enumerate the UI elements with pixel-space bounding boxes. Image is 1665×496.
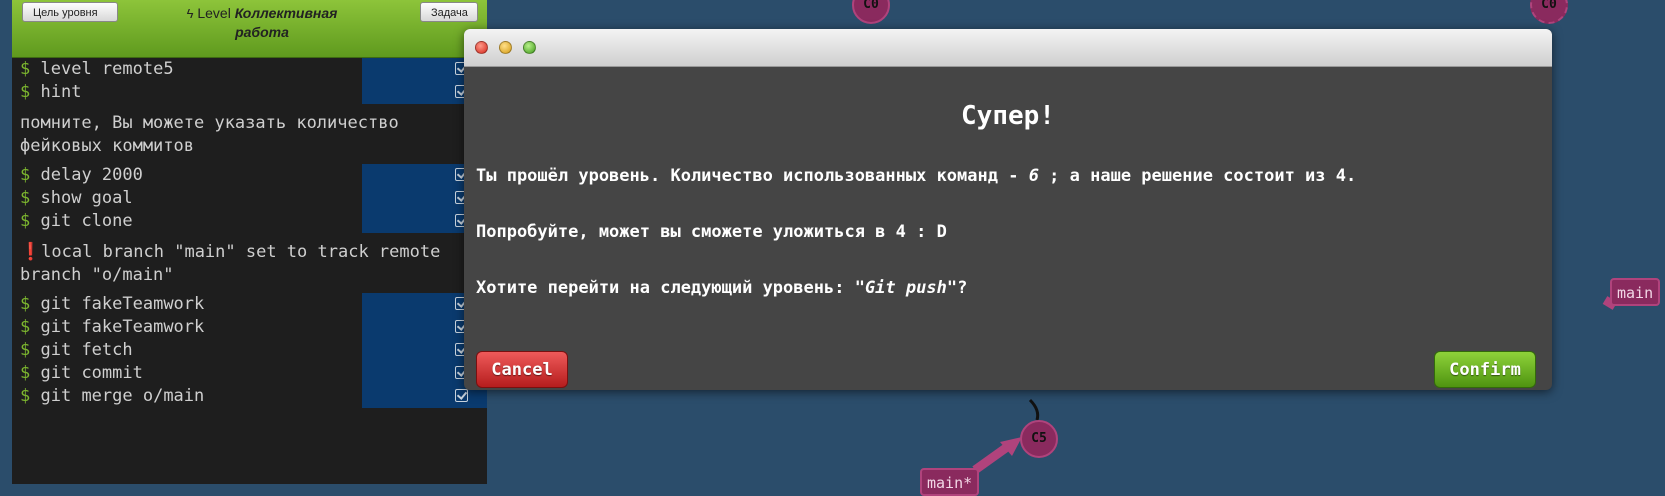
level-name: Коллективная работа bbox=[234, 5, 338, 40]
command-row: $ git fetch bbox=[12, 339, 487, 362]
command-text: hint bbox=[40, 82, 82, 102]
sandbox-terminal: Цель уровня ϟ Level Коллективная работа … bbox=[12, 0, 487, 484]
command-history: $ level remote5 $ hint помните, Вы может… bbox=[12, 58, 487, 408]
commit-node-c5[interactable]: C5 bbox=[1020, 420, 1058, 458]
terminal-message: помните, Вы можете указать количество фе… bbox=[20, 113, 399, 156]
prompt-symbol: $ bbox=[20, 317, 31, 337]
question-mark: ? bbox=[957, 278, 968, 298]
prompt-symbol: $ bbox=[20, 165, 31, 185]
command-text: git fetch bbox=[40, 340, 133, 360]
result-line: Ты прошёл уровень. Количество использова… bbox=[476, 166, 1356, 186]
command-row: $ git merge o/main bbox=[12, 385, 487, 408]
level-prefix: Level bbox=[197, 5, 231, 21]
checkbox-checked-icon bbox=[455, 389, 468, 402]
close-window-icon[interactable] bbox=[475, 41, 488, 54]
level-title: ϟ Level Коллективная работа bbox=[162, 4, 362, 41]
command-row: $ git commit bbox=[12, 362, 487, 385]
command-row: $ git clone bbox=[12, 210, 487, 233]
command-row: $ git fakeTeamwork bbox=[12, 293, 487, 316]
command-text: git fakeTeamwork bbox=[40, 294, 205, 314]
task-button[interactable]: Задача bbox=[420, 2, 478, 22]
solution-text: ; а наше решение состоит из 4. bbox=[1038, 166, 1357, 186]
level-complete-dialog: Супер! Ты прошёл уровень. Количество исп… bbox=[464, 29, 1552, 390]
next-level-line: Хотите перейти на следующий уровень: "Gi… bbox=[476, 278, 967, 298]
branch-label-main-local[interactable]: main* bbox=[920, 468, 980, 496]
warning-text: local branch "main" set to track remote … bbox=[20, 242, 441, 285]
bolt-icon: ϟ bbox=[186, 6, 194, 21]
prompt-symbol: $ bbox=[20, 386, 31, 406]
dialog-titlebar bbox=[464, 29, 1552, 67]
minimize-window-icon[interactable] bbox=[499, 41, 512, 54]
next-level-prompt: Хотите перейти на следующий уровень: bbox=[476, 278, 855, 298]
maximize-window-icon[interactable] bbox=[523, 41, 536, 54]
command-text: git merge o/main bbox=[40, 386, 205, 406]
command-row: $ level remote5 bbox=[12, 58, 487, 81]
cancel-button[interactable]: Cancel bbox=[476, 351, 568, 388]
hint-line: Попробуйте, может вы сможете уложиться в… bbox=[476, 222, 947, 242]
level-toolbar: Цель уровня ϟ Level Коллективная работа … bbox=[12, 0, 487, 58]
prompt-symbol: $ bbox=[20, 211, 31, 231]
result-text: Ты прошёл уровень. Количество использова… bbox=[476, 166, 1029, 186]
command-row: $ show goal bbox=[12, 187, 487, 210]
command-text: git fakeTeamwork bbox=[40, 317, 205, 337]
command-row: $ git fakeTeamwork bbox=[12, 316, 487, 339]
command-text: delay 2000 bbox=[40, 165, 143, 185]
next-level-name: "Git push" bbox=[854, 278, 958, 298]
confirm-button[interactable]: Confirm bbox=[1434, 351, 1536, 388]
prompt-symbol: $ bbox=[20, 82, 31, 102]
command-text: level remote5 bbox=[40, 59, 174, 79]
prompt-symbol: $ bbox=[20, 59, 31, 79]
command-row: $ hint bbox=[12, 81, 487, 104]
command-count: 6 bbox=[1028, 166, 1039, 186]
command-row: $ delay 2000 bbox=[12, 164, 487, 187]
command-text: git commit bbox=[40, 363, 143, 383]
branch-label-main-remote[interactable]: main bbox=[1610, 278, 1661, 306]
prompt-symbol: $ bbox=[20, 340, 31, 360]
warning-icon: ❗ bbox=[20, 242, 42, 262]
prompt-symbol: $ bbox=[20, 363, 31, 383]
prompt-symbol: $ bbox=[20, 294, 31, 314]
terminal-message: ❗local branch "main" set to track remote… bbox=[12, 233, 487, 293]
goal-button[interactable]: Цель уровня bbox=[22, 2, 118, 22]
command-text: show goal bbox=[40, 188, 133, 208]
command-text: git clone bbox=[40, 211, 133, 231]
prompt-symbol: $ bbox=[20, 188, 31, 208]
dialog-heading: Супер! bbox=[961, 101, 1055, 131]
